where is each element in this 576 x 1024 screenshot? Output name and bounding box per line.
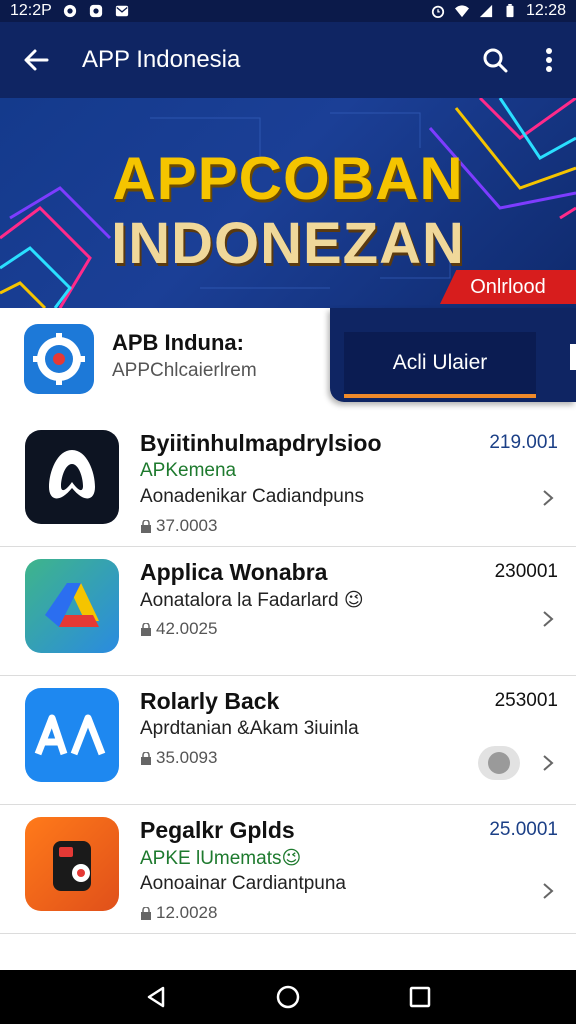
battery-icon — [506, 4, 514, 18]
toggle-switch[interactable] — [478, 746, 520, 780]
nav-recents-button[interactable] — [400, 977, 440, 1017]
wifi-icon — [454, 5, 469, 18]
toggle-knob — [488, 752, 510, 774]
app-description: Aonatalora la Fadarlard 😉 — [140, 590, 364, 611]
list-item[interactable]: Pegalkr Gplds APKE lUmemats😉 Aonoainar C… — [0, 805, 576, 934]
chevron-right-icon[interactable] — [538, 609, 558, 629]
recents-square-icon — [409, 986, 431, 1008]
list-item[interactable]: Byiitinhulmapdrylsioo APKemena Aonadenik… — [0, 418, 576, 547]
list-item[interactable]: Applica Wonabra Aonatalora la Fadarlard … — [0, 547, 576, 676]
gear-fan-icon — [24, 324, 94, 394]
chevron-right-icon[interactable] — [538, 488, 558, 508]
featured-app-name: APB Induna: — [112, 330, 244, 355]
nav-home-button[interactable] — [268, 977, 308, 1017]
app-tag: APKemena — [140, 460, 237, 481]
featured-action-button[interactable]: Acli Ulaier — [344, 332, 536, 398]
chevron-right-icon[interactable] — [538, 881, 558, 901]
back-triangle-icon — [147, 986, 165, 1008]
app-size-value: 37.0003 — [156, 516, 218, 535]
app-description: Aonadenikar Cadiandpuns — [140, 486, 364, 507]
featured-app-subtitle: APPChlcaierlrem — [112, 360, 257, 381]
app-count: 25.0001 — [489, 819, 558, 840]
loop-logo-icon — [25, 430, 119, 524]
featured-action-panel: Acli Ulaier — [330, 308, 576, 402]
app-size: 37.0003 — [140, 516, 217, 536]
app-name: Pegalkr Gplds — [140, 817, 295, 843]
nav-back-button[interactable] — [136, 977, 176, 1017]
arrow-left-icon — [24, 49, 49, 71]
app-name: Byiitinhulmapdrylsioo — [140, 430, 382, 456]
app-description: Aprdtanian &Akam 3iuinla — [140, 718, 359, 739]
lock-icon — [141, 519, 151, 533]
home-circle-icon — [276, 985, 300, 1009]
app-count: 219.001 — [489, 432, 558, 453]
app-list: Byiitinhulmapdrylsioo APKemena Aonadenik… — [0, 418, 576, 934]
banner-title-line2: INDONEZAN — [111, 211, 465, 276]
app-size-value: 35.0093 — [156, 748, 218, 767]
app-count: 230001 — [494, 561, 558, 582]
drive-triangle-icon — [25, 559, 119, 653]
app-size: 35.0093 — [140, 748, 217, 768]
app-count: 253001 — [494, 690, 558, 711]
list-item[interactable]: Rolarly Back Aprdtanian &Akam 3iuinla 35… — [0, 676, 576, 805]
app-size: 12.0028 — [140, 903, 217, 923]
app-bar: APP Indonesia — [0, 22, 576, 98]
signal-icon — [479, 4, 493, 18]
app-size-value: 12.0028 — [156, 903, 218, 922]
phone-app-icon — [25, 817, 119, 911]
app-name: Applica Wonabra — [140, 559, 328, 585]
lock-icon — [141, 751, 151, 765]
search-button[interactable] — [468, 22, 522, 98]
chevron-right-icon[interactable] — [538, 753, 558, 773]
status-bar: 12:2P 12:28 — [0, 0, 576, 22]
alarm-icon — [431, 5, 445, 18]
page-title: APP Indonesia — [82, 46, 241, 73]
banner-title-line1: APPCOBAN — [112, 145, 464, 212]
lock-icon — [141, 906, 151, 920]
status-time-left: 12:2P — [10, 2, 52, 19]
panel-edge-indicator — [570, 344, 576, 370]
app-size: 42.0025 — [140, 619, 217, 639]
overflow-menu-button[interactable] — [522, 22, 576, 98]
mail-icon — [115, 5, 128, 17]
back-button[interactable] — [0, 22, 72, 98]
more-vertical-icon — [546, 48, 552, 72]
system-nav-bar — [0, 970, 576, 1024]
app-size-value: 42.0025 — [156, 619, 218, 638]
app-description: Aonoainar Cardiantpuna — [140, 873, 346, 894]
app-tag: APKE lUmemats😉 — [140, 848, 302, 869]
status-time-right: 12:28 — [525, 2, 566, 19]
lock-icon — [141, 622, 151, 636]
app-notification-icon — [89, 4, 102, 18]
circle-dot-icon — [63, 4, 76, 18]
search-icon — [483, 48, 508, 73]
promo-banner[interactable]: APPCOBAN INDONEZAN Onlrlood — [0, 98, 576, 308]
featured-app[interactable]: APB Induna: APPChlcaierlrem Acli Ulaier — [0, 308, 576, 418]
aa-logo-icon — [25, 688, 119, 782]
app-name: Rolarly Back — [140, 688, 280, 714]
download-badge[interactable]: Onlrlood — [440, 270, 576, 304]
